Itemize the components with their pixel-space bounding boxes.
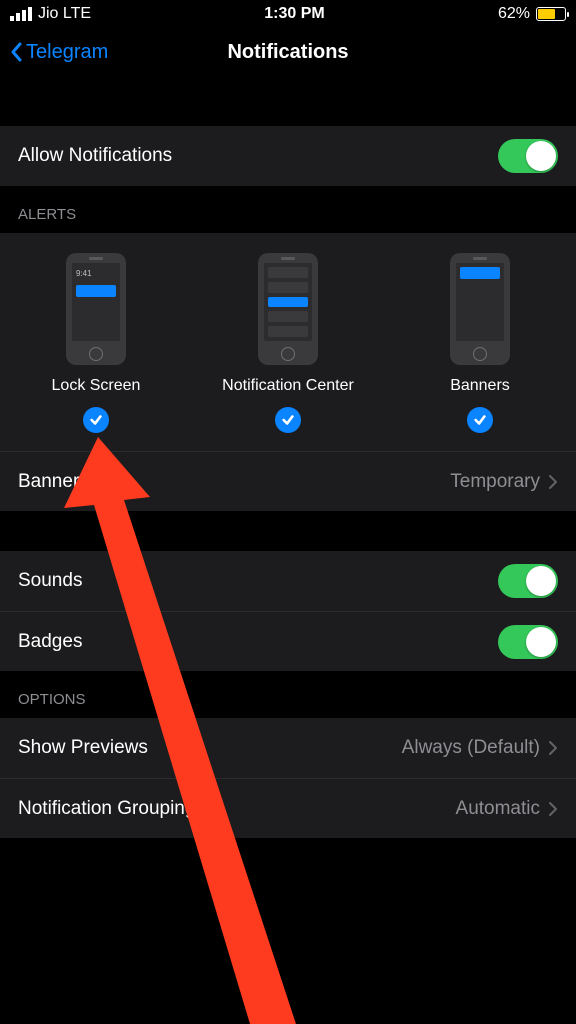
badges-toggle[interactable] [498,625,558,659]
spacer [0,76,576,126]
status-bar: Jio LTE 1:30 PM 62% [0,0,576,28]
banner-style-label: Banner Style [18,471,127,493]
section-header-alerts: ALERTS [0,186,576,233]
chevron-left-icon [10,42,22,62]
status-time: 1:30 PM [264,5,324,23]
show-previews-value: Always (Default) [402,737,558,759]
row-sounds: Sounds [0,551,576,611]
alert-lock-screen[interactable]: 9:41 Lock Screen [0,253,192,433]
banner-style-value: Temporary [450,471,558,493]
chevron-right-icon [548,474,558,490]
lock-screen-label: Lock Screen [52,377,141,395]
allow-notifications-toggle[interactable] [498,139,558,173]
banner-style-value-text: Temporary [450,471,540,493]
nav-bar: Telegram Notifications [0,28,576,76]
notification-grouping-label: Notification Grouping [18,798,195,820]
section-header-options: OPTIONS [0,671,576,718]
chevron-right-icon [548,801,558,817]
chevron-right-icon [548,740,558,756]
show-previews-label: Show Previews [18,737,148,759]
status-right: 62% [498,5,566,23]
row-show-previews[interactable]: Show Previews Always (Default) [0,718,576,778]
status-left: Jio LTE [10,5,91,23]
allow-notifications-label: Allow Notifications [18,145,172,167]
alert-notification-center[interactable]: Notification Center [192,253,384,433]
lock-screen-preview-icon: 9:41 [66,253,126,365]
alert-banners[interactable]: Banners [384,253,576,433]
notification-grouping-value-text: Automatic [456,798,540,820]
show-previews-value-text: Always (Default) [402,737,540,759]
banners-label: Banners [450,377,510,395]
banners-preview-icon [450,253,510,365]
row-allow-notifications: Allow Notifications [0,126,576,186]
sounds-label: Sounds [18,570,82,592]
notification-grouping-value: Automatic [456,798,558,820]
row-banner-style[interactable]: Banner Style Temporary [0,451,576,511]
notification-center-preview-icon [258,253,318,365]
notification-center-label: Notification Center [222,377,354,395]
battery-percent: 62% [498,5,530,23]
banners-check-icon[interactable] [467,407,493,433]
badges-label: Badges [18,631,82,653]
row-badges: Badges [0,611,576,671]
lock-screen-check-icon[interactable] [83,407,109,433]
signal-icon [10,7,32,21]
spacer [0,511,576,551]
preview-time: 9:41 [76,269,92,278]
battery-icon [536,7,566,21]
notification-center-check-icon[interactable] [275,407,301,433]
carrier-label: Jio LTE [38,5,91,23]
row-notification-grouping[interactable]: Notification Grouping Automatic [0,778,576,838]
sounds-toggle[interactable] [498,564,558,598]
alerts-group: 9:41 Lock Screen Notification Center [0,233,576,451]
back-button[interactable]: Telegram [10,28,108,76]
back-label: Telegram [26,41,108,64]
page-title: Notifications [227,41,348,64]
